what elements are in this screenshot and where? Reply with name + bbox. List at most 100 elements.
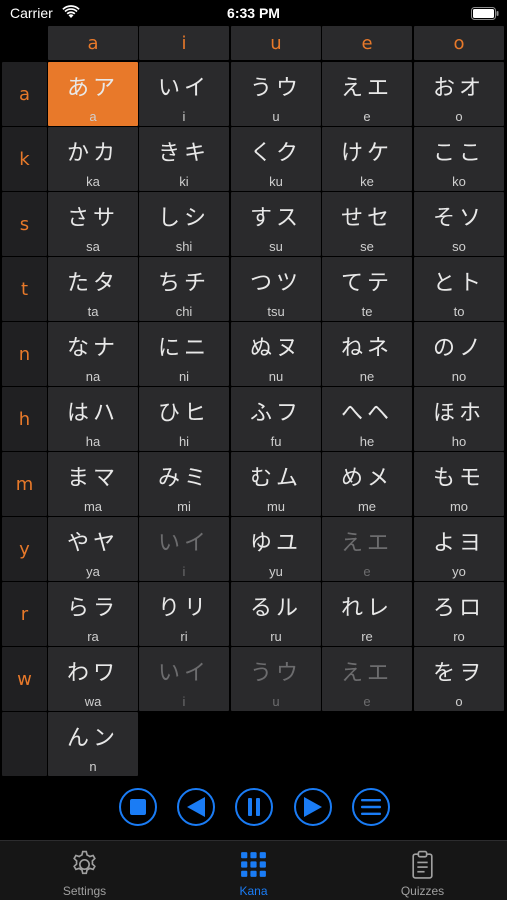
list-button[interactable]	[352, 788, 390, 826]
kana-characters: はハ	[66, 401, 119, 426]
row-header-w: w	[2, 647, 47, 711]
romaji-label: na	[85, 369, 101, 384]
kana-cell-u[interactable]: うウ u	[231, 62, 321, 126]
kana-cell-nu[interactable]: ぬヌ nu	[231, 322, 321, 386]
kana-cell-ri[interactable]: りリ ri	[139, 582, 229, 646]
romaji-label: ko	[452, 174, 466, 189]
kana-cell-to[interactable]: とト to	[414, 257, 504, 321]
tab-quizzes-label: Quizzes	[400, 884, 445, 898]
kana-characters: ぬヌ	[249, 336, 302, 361]
kana-characters: つツ	[249, 271, 302, 296]
kana-cell-ro[interactable]: ろロ ro	[414, 582, 504, 646]
kana-characters: いイ	[157, 531, 210, 556]
romaji-label: te	[361, 304, 373, 319]
pause-button[interactable]	[235, 788, 273, 826]
kana-cell-e[interactable]: えエ e	[322, 517, 412, 581]
kana-characters: よヨ	[432, 531, 485, 556]
kana-cell-mo[interactable]: もモ mo	[414, 452, 504, 516]
romaji-label: i	[182, 564, 186, 579]
kana-cell-chi[interactable]: ちチ chi	[139, 257, 229, 321]
romaji-label: u	[272, 694, 280, 709]
tab-quizzes[interactable]: Quizzes	[338, 841, 507, 900]
kana-cell-se[interactable]: せセ se	[322, 192, 412, 256]
kana-cell-ru[interactable]: るル ru	[231, 582, 321, 646]
kana-cell-ho[interactable]: ほホ ho	[414, 387, 504, 451]
row-header-n-row	[2, 712, 47, 776]
romaji-label: e	[363, 694, 371, 709]
kana-cell-e[interactable]: えエ e	[322, 647, 412, 711]
kana-characters: まマ	[66, 466, 119, 491]
kana-cell-na[interactable]: なナ na	[48, 322, 138, 386]
stop-button[interactable]	[119, 788, 157, 826]
kana-cell-ha[interactable]: はハ ha	[48, 387, 138, 451]
kana-characters: かカ	[66, 141, 119, 166]
column-header-i: i	[139, 26, 229, 60]
kana-cell-te[interactable]: てテ te	[322, 257, 412, 321]
kana-cell-no[interactable]: のノ no	[414, 322, 504, 386]
kana-cell-i[interactable]: いイ i	[139, 62, 229, 126]
column-header-o: o	[414, 26, 504, 60]
kana-cell-ya[interactable]: やヤ ya	[48, 517, 138, 581]
kana-cell-tsu[interactable]: つツ tsu	[231, 257, 321, 321]
kana-cell-a[interactable]: あア a	[48, 62, 138, 126]
kana-cell-he[interactable]: へヘ he	[322, 387, 412, 451]
kana-cell-mi[interactable]: みミ mi	[139, 452, 229, 516]
kana-cell-so[interactable]: そソ so	[414, 192, 504, 256]
tab-settings-label: Settings	[62, 884, 107, 898]
row-header-a: a	[2, 62, 47, 126]
kana-cell-su[interactable]: すス su	[231, 192, 321, 256]
kana-cell-i[interactable]: いイ i	[139, 517, 229, 581]
romaji-label: wa	[84, 694, 102, 709]
kana-cell-yo[interactable]: よヨ yo	[414, 517, 504, 581]
kana-cell-e[interactable]: えエ e	[322, 62, 412, 126]
kana-cell-yu[interactable]: ゆユ yu	[231, 517, 321, 581]
kana-cell-i[interactable]: いイ i	[139, 647, 229, 711]
romaji-label: ro	[453, 629, 465, 644]
romaji-label: tsu	[267, 304, 285, 319]
kana-cell-ne[interactable]: ねネ ne	[322, 322, 412, 386]
next-button[interactable]	[294, 788, 332, 826]
previous-button[interactable]	[177, 788, 215, 826]
kana-cell-ma[interactable]: まマ ma	[48, 452, 138, 516]
kana-cell-ni[interactable]: にニ ni	[139, 322, 229, 386]
kana-cell-me[interactable]: めメ me	[322, 452, 412, 516]
kana-cell-ke[interactable]: けケ ke	[322, 127, 412, 191]
tab-bar: Settings Kana Quizzes	[0, 840, 507, 900]
kana-cell-n[interactable]: んン n	[48, 712, 138, 776]
romaji-label: e	[363, 564, 371, 579]
kana-cell-sa[interactable]: さサ sa	[48, 192, 138, 256]
kana-cell-o[interactable]: をヲ o	[414, 647, 504, 711]
kana-cell-ra[interactable]: らラ ra	[48, 582, 138, 646]
romaji-label: he	[359, 434, 375, 449]
kana-grid: a i u e o a あア a いイ i うウ u えエ e おオ o k かカ ka きキ ki くク ku けケ ke ここ…	[0, 26, 507, 776]
kana-cell-shi[interactable]: しシ shi	[139, 192, 229, 256]
kana-cell-ta[interactable]: たタ ta	[48, 257, 138, 321]
kana-cell-fu[interactable]: ふフ fu	[231, 387, 321, 451]
romaji-label: me	[357, 499, 377, 514]
tab-kana[interactable]: Kana	[169, 841, 338, 900]
kana-cell-ku[interactable]: くク ku	[231, 127, 321, 191]
kana-characters: たタ	[66, 271, 119, 296]
kana-characters: えエ	[340, 661, 393, 686]
kana-cell-re[interactable]: れレ re	[322, 582, 412, 646]
kana-cell-ka[interactable]: かカ ka	[48, 127, 138, 191]
kana-cell-mu[interactable]: むム mu	[231, 452, 321, 516]
tab-settings[interactable]: Settings	[0, 841, 169, 900]
kana-cell-u[interactable]: うウ u	[231, 647, 321, 711]
romaji-label: nu	[268, 369, 284, 384]
romaji-label: o	[455, 109, 463, 124]
romaji-label: su	[269, 239, 283, 254]
playback-controls	[0, 788, 507, 830]
kana-characters: けケ	[340, 141, 393, 166]
list-icon	[361, 799, 381, 815]
kana-cell-hi[interactable]: ひヒ hi	[139, 387, 229, 451]
kana-characters: へヘ	[340, 401, 393, 426]
kana-cell-o[interactable]: おオ o	[414, 62, 504, 126]
row-header-t: t	[2, 257, 47, 321]
kana-characters: きキ	[157, 141, 210, 166]
kana-cell-wa[interactable]: わワ wa	[48, 647, 138, 711]
next-icon	[304, 797, 322, 817]
kana-cell-ko[interactable]: ここ ko	[414, 127, 504, 191]
romaji-label: ma	[83, 499, 103, 514]
kana-cell-ki[interactable]: きキ ki	[139, 127, 229, 191]
